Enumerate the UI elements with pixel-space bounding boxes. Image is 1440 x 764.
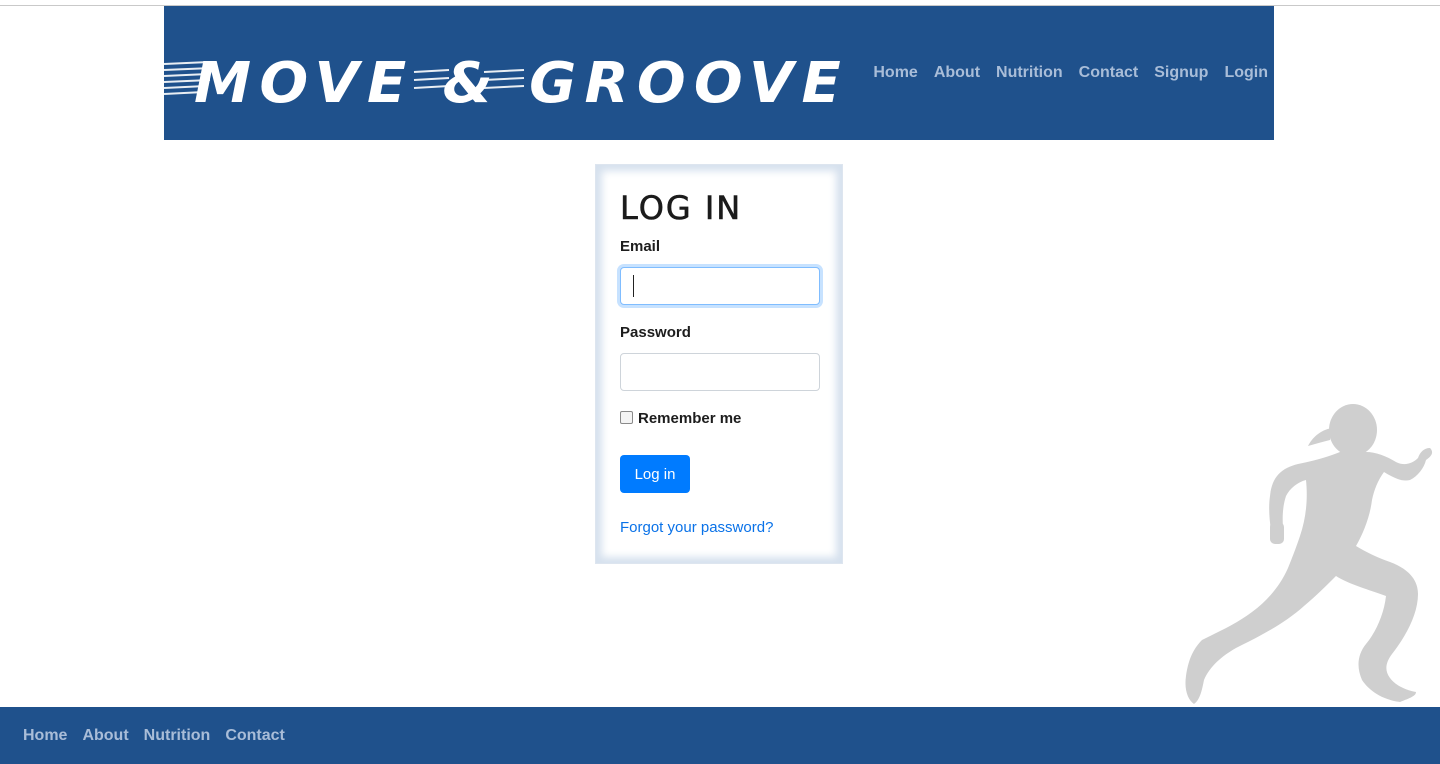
nav-nutrition[interactable]: Nutrition [996, 64, 1063, 82]
site-footer: Home About Nutrition Contact [0, 707, 1440, 764]
nav-about[interactable]: About [934, 64, 980, 82]
remember-me-label[interactable]: Remember me [638, 410, 741, 427]
remember-me-checkbox[interactable] [620, 411, 633, 424]
login-button[interactable]: Log in [620, 455, 690, 493]
footer-nav: Home About Nutrition Contact [23, 727, 285, 745]
footer-nav-contact[interactable]: Contact [225, 727, 285, 745]
footer-nav-about[interactable]: About [82, 727, 128, 745]
nav-signup[interactable]: Signup [1154, 64, 1208, 82]
logo-text: MOVE & GROOVE [194, 51, 849, 116]
footer-nav-nutrition[interactable]: Nutrition [144, 727, 211, 745]
login-title: LOG IN [620, 189, 743, 228]
nav-home[interactable]: Home [873, 64, 917, 82]
password-label: Password [620, 324, 691, 341]
site-header: MOVE & GROOVE Home About Nutrition Conta… [164, 6, 1274, 140]
footer-nav-home[interactable]: Home [23, 727, 67, 745]
move-and-groove-logo[interactable]: MOVE & GROOVE [164, 36, 854, 126]
header-nav: Home About Nutrition Contact Signup Logi… [873, 64, 1268, 82]
email-label: Email [620, 238, 661, 255]
password-field[interactable] [620, 353, 820, 391]
remember-me-row: Remember me [620, 410, 741, 427]
runner-silhouette [1185, 404, 1433, 704]
login-card: LOG IN Email Password Remember me Log in… [595, 164, 843, 564]
email-field[interactable] [620, 267, 820, 305]
nav-contact[interactable]: Contact [1079, 64, 1139, 82]
text-cursor [633, 275, 634, 297]
nav-login[interactable]: Login [1224, 64, 1268, 82]
forgot-password-link[interactable]: Forgot your password? [620, 519, 773, 536]
